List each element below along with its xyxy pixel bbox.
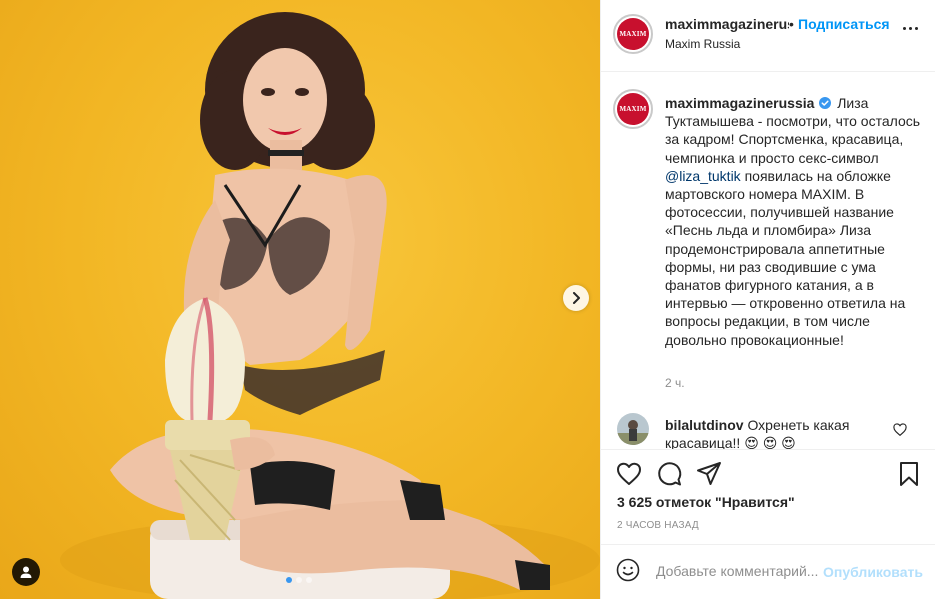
comment-avatar-image (617, 413, 649, 445)
caption-avatar[interactable]: MAXIM (613, 89, 653, 129)
comment-username[interactable]: bilalutdinov (665, 417, 744, 433)
comment: bilalutdinov Охренеть какая красавица!! … (665, 416, 885, 449)
carousel-indicator (286, 577, 312, 583)
avatar-logo: MAXIM (617, 93, 649, 125)
publish-button[interactable]: Опубликовать (823, 564, 923, 580)
posted-time[interactable]: 2 ЧАСОВ НАЗАД (617, 520, 699, 531)
chevron-right-icon (573, 292, 580, 304)
avatar-logo: MAXIM (617, 18, 649, 50)
header-location[interactable]: Maxim Russia (665, 37, 740, 51)
caption-text-continued: появилась на обложке мартовского номера … (665, 167, 906, 348)
post-caption: maximmagazinerussia Лиза Туктамышева - п… (665, 94, 921, 349)
post-photo (60, 12, 600, 599)
comments-area[interactable]: MAXIM maximmagazinerussia Лиза Туктамыше… (601, 73, 935, 449)
user-tags-button[interactable] (12, 558, 40, 586)
header-username[interactable]: maximmagazinerus: (665, 16, 789, 32)
comment-input[interactable] (656, 559, 822, 583)
caption-mention-link[interactable]: @liza_tuktik (665, 168, 741, 184)
follow-button[interactable]: Подписаться (798, 16, 890, 32)
next-slide-button[interactable] (563, 285, 589, 311)
share-icon[interactable] (695, 460, 723, 488)
caption-time[interactable]: 2 ч. (665, 376, 685, 390)
bookmark-icon[interactable] (895, 460, 923, 488)
heart-icon[interactable] (893, 423, 907, 436)
verified-icon (819, 97, 832, 109)
more-icon[interactable] (903, 27, 918, 30)
carousel-dot (286, 577, 292, 583)
user-tag-icon (20, 566, 32, 578)
post-panel: MAXIM maximmagazinerus: • Подписаться Ma… (600, 0, 935, 599)
emoji-icon[interactable] (616, 558, 640, 582)
carousel-dot (296, 577, 302, 583)
comment-avatar[interactable] (617, 413, 649, 445)
heart-icon[interactable] (615, 460, 643, 488)
avatar[interactable]: MAXIM (613, 14, 653, 54)
likes-count[interactable]: 3 625 отметок "Нравится" (617, 494, 795, 510)
carousel-dot (306, 577, 312, 583)
add-comment-bar: Опубликовать (601, 544, 935, 599)
post-media[interactable] (0, 0, 600, 599)
comment-icon[interactable] (655, 460, 683, 488)
header-separator: • (789, 16, 794, 32)
post-header: MAXIM maximmagazinerus: • Подписаться Ma… (601, 0, 935, 72)
caption-username[interactable]: maximmagazinerussia (665, 95, 814, 111)
